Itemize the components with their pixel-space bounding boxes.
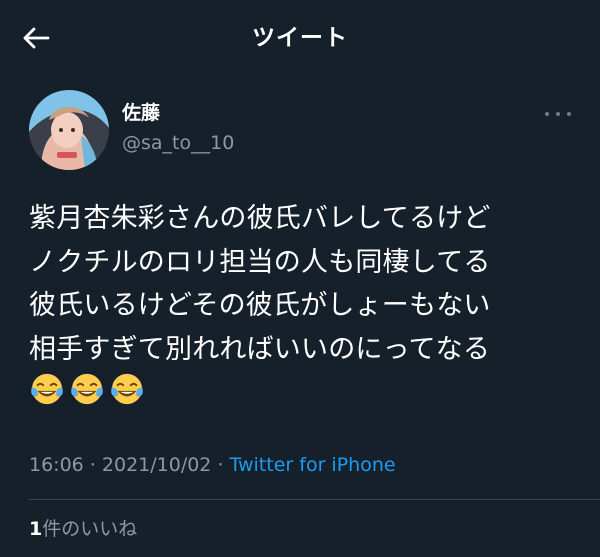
more-options-button[interactable]	[545, 104, 571, 124]
face-with-tears-of-joy-icon	[71, 373, 103, 405]
header: ツイート	[0, 0, 600, 80]
divider	[29, 499, 600, 500]
avatar-image	[29, 90, 109, 170]
author-handle[interactable]: @sa_to__10	[122, 130, 234, 156]
meta-separator: ·	[211, 454, 230, 476]
tweet-emojis	[30, 372, 144, 406]
avatar[interactable]	[29, 90, 109, 170]
tweet-text: 紫月杏朱彩さんの彼氏バレしてるけど ノクチルのロリ担当の人も同棲してる 彼氏いる…	[29, 197, 589, 371]
likes-label: 件のいいね	[42, 518, 138, 540]
tweet-source-link[interactable]: Twitter for iPhone	[230, 454, 396, 476]
tweet-text-line: 紫月杏朱彩さんの彼氏バレしてるけど	[29, 203, 491, 234]
meta-separator: ·	[83, 454, 102, 476]
more-dot-icon	[567, 112, 571, 116]
tweet-meta: 16:06 · 2021/10/02 · Twitter for iPhone	[29, 452, 396, 478]
more-dot-icon	[545, 112, 549, 116]
more-dot-icon	[556, 112, 560, 116]
face-with-tears-of-joy-icon	[31, 373, 63, 405]
tweet-time: 16:06	[29, 454, 84, 476]
face-with-tears-of-joy-icon	[111, 373, 143, 405]
author-name[interactable]: 佐藤	[122, 100, 160, 126]
tweet-text-line: 相手すぎて別れればいいのにってなる	[29, 333, 491, 365]
page-title: ツイート	[252, 25, 348, 51]
tweet-detail-screen: ツイート 佐藤 @sa_to__10 紫月杏朱彩さんの彼氏バレしてるけど ノクチ…	[0, 0, 600, 557]
tweet-text-line: 彼氏いるけどその彼氏がしょーもない	[29, 290, 491, 321]
tweet-text-line: ノクチルのロリ担当の人も同棲してる	[29, 246, 491, 278]
likes-count-link[interactable]: 1件のいいね	[29, 516, 137, 542]
likes-count: 1	[29, 518, 43, 540]
tweet-date: 2021/10/02	[101, 454, 212, 476]
